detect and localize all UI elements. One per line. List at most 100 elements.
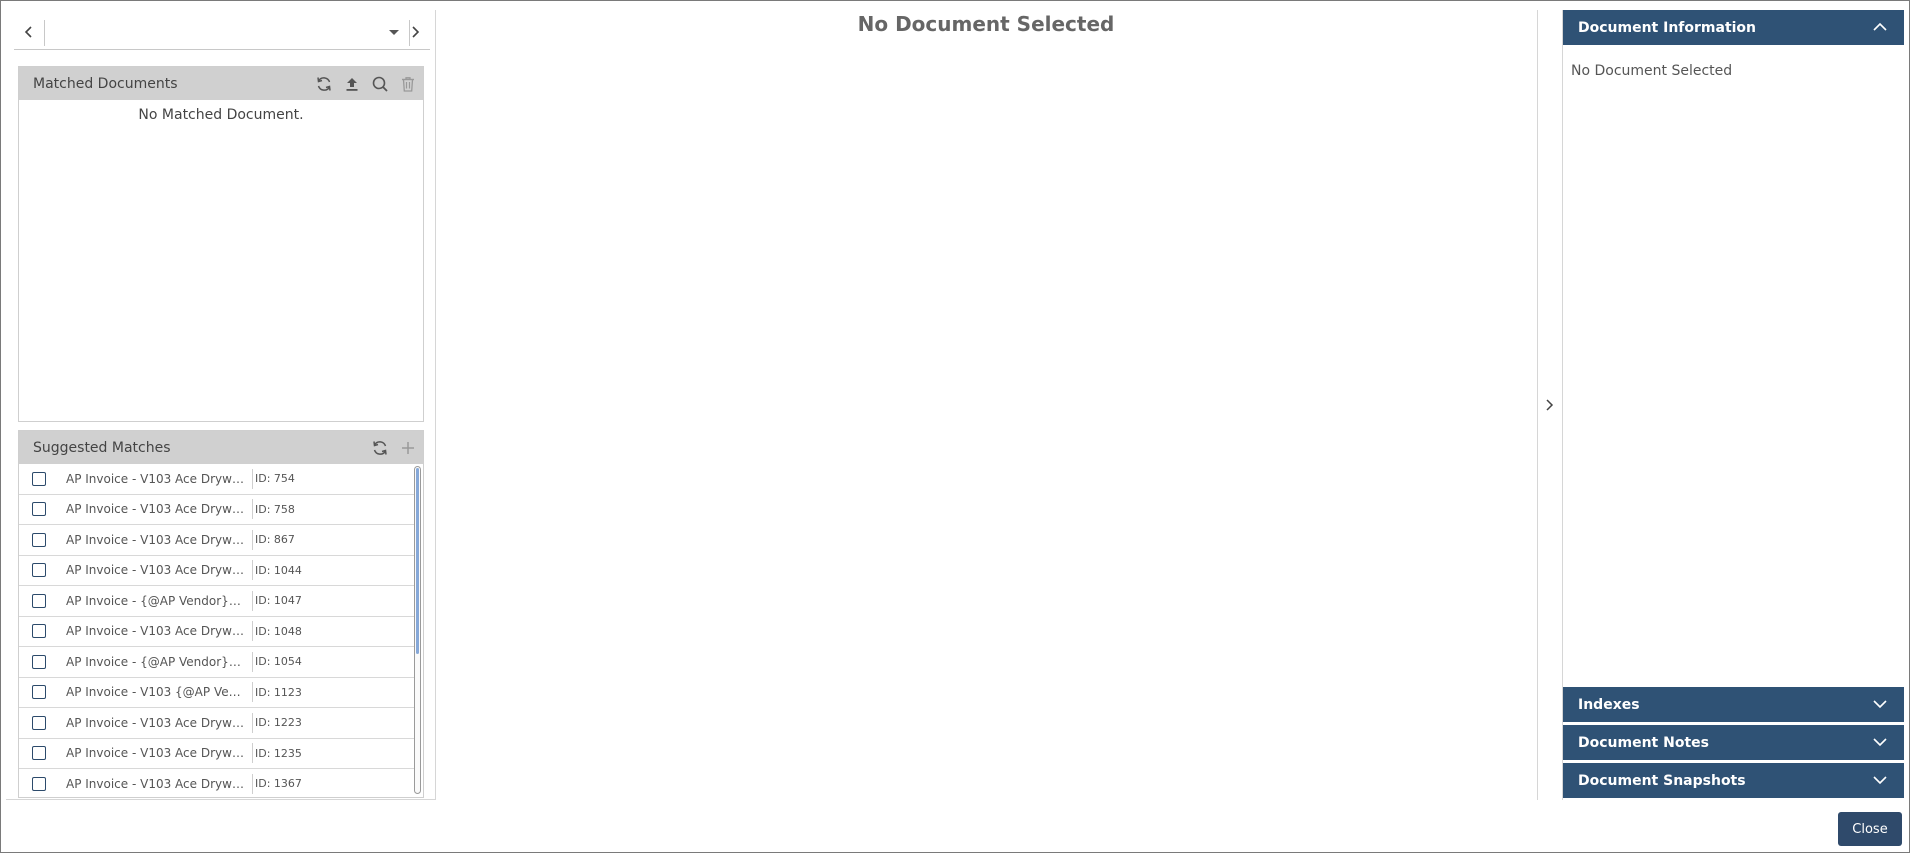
list-item[interactable]: AP Invoice - V103 Ace Drywall Supply ID:… — [19, 769, 415, 798]
list-item[interactable]: AP Invoice - V103 Ace Drywall Supply ID:… — [19, 556, 415, 586]
chevron-right-icon — [1546, 399, 1554, 411]
list-item-id: ID: 758 — [255, 502, 295, 516]
suggested-matches-title: Suggested Matches — [33, 439, 171, 456]
list-item[interactable]: AP Invoice - V103 Ace Drywall Supply ID:… — [19, 739, 415, 769]
add-match-button[interactable] — [397, 437, 419, 459]
list-item[interactable]: AP Invoice - V103 Ace Drywall Supply ID:… — [19, 708, 415, 739]
document-snapshots-title: Document Snapshots — [1578, 772, 1746, 789]
document-information-header[interactable]: Document Information — [1563, 10, 1904, 45]
chevron-up-icon — [1873, 22, 1887, 31]
select-checkbox[interactable] — [32, 563, 46, 578]
list-item-name: AP Invoice - V103 Ace Drywall Supply — [66, 471, 244, 486]
indexes-header[interactable]: Indexes — [1563, 687, 1904, 722]
column-divider — [252, 499, 253, 520]
search-icon — [372, 76, 388, 92]
left-panel: Matched Documents No Matched Document. S… — [6, 10, 436, 800]
refresh-suggested-button[interactable] — [369, 437, 391, 459]
refresh-icon — [373, 440, 387, 455]
select-checkbox[interactable] — [32, 776, 46, 791]
toggle-side-panel-button[interactable] — [1540, 393, 1560, 417]
suggested-matches-section: Suggested Matches AP Invoice - V103 Ace … — [18, 430, 424, 798]
prev-document-button[interactable] — [18, 20, 40, 44]
caret-down-icon — [389, 30, 399, 35]
list-item[interactable]: AP Invoice - V103 Ace Drywall Supply ID:… — [19, 525, 415, 556]
suggested-matches-list: AP Invoice - V103 Ace Drywall Supply ID:… — [19, 464, 423, 798]
list-item[interactable]: AP Invoice - V103 Ace Drywall Supply ID:… — [19, 495, 415, 525]
list-item-name: AP Invoice - V103 {@AP Vendor Name} — [66, 685, 244, 700]
column-divider — [252, 529, 253, 550]
list-item-name: AP Invoice - V103 Ace Drywall Supply — [66, 776, 244, 791]
column-divider — [252, 682, 253, 703]
list-item-name: AP Invoice - V103 Ace Drywall Supply — [66, 624, 244, 639]
scrollbar-thumb[interactable] — [416, 468, 419, 654]
matched-documents-title: Matched Documents — [33, 75, 178, 92]
select-checkbox[interactable] — [32, 746, 46, 761]
list-item-name: AP Invoice - V103 Ace Drywall Supply — [66, 746, 244, 761]
chevron-left-icon — [24, 26, 32, 38]
column-divider — [252, 590, 253, 611]
viewer-title: No Document Selected — [857, 12, 1115, 36]
suggested-matches-header: Suggested Matches — [19, 431, 423, 464]
list-item-id: ID: 1223 — [255, 716, 302, 730]
search-matched-button[interactable] — [369, 73, 391, 95]
viewer-divider — [1537, 10, 1538, 800]
list-item[interactable]: AP Invoice - V103 Ace Drywall Supply ID:… — [19, 464, 415, 495]
list-item-name: AP Invoice - V103 Ace Drywall Supply — [66, 502, 244, 517]
list-item-id: ID: 1367 — [255, 777, 302, 791]
trash-icon — [402, 76, 414, 92]
column-divider — [252, 468, 253, 489]
document-information-body: No Document Selected — [1571, 63, 1733, 79]
list-item-id: ID: 754 — [255, 472, 295, 486]
close-button[interactable]: Close — [1838, 812, 1902, 846]
select-checkbox[interactable] — [32, 532, 46, 547]
select-checkbox[interactable] — [32, 593, 46, 608]
refresh-icon — [317, 76, 331, 91]
column-divider — [252, 621, 253, 642]
document-notes-title: Document Notes — [1578, 734, 1709, 751]
plus-icon — [402, 441, 414, 454]
list-item-id: ID: 1235 — [255, 746, 302, 760]
select-checkbox[interactable] — [32, 654, 46, 669]
column-divider — [252, 773, 253, 794]
list-item[interactable]: AP Invoice - {@AP Vendor} {@AP Vendor Na… — [19, 586, 415, 617]
list-item[interactable]: AP Invoice - V103 Ace Drywall Supply ID:… — [19, 617, 415, 647]
delete-matched-button[interactable] — [397, 73, 419, 95]
list-scrollbar[interactable] — [414, 466, 421, 794]
select-checkbox[interactable] — [32, 685, 46, 700]
list-item[interactable]: AP Invoice - V103 {@AP Vendor Name} ID: … — [19, 678, 415, 708]
refresh-matched-button[interactable] — [313, 73, 335, 95]
column-divider — [252, 651, 253, 672]
list-item-name: AP Invoice - {@AP Vendor} {@AP Vendor Na… — [66, 654, 244, 669]
side-panel: Document Information No Document Selecte… — [1562, 10, 1904, 800]
matched-documents-header: Matched Documents — [19, 67, 423, 100]
select-checkbox[interactable] — [32, 471, 46, 486]
list-item-id: ID: 1048 — [255, 624, 302, 638]
next-document-button[interactable] — [404, 20, 426, 44]
list-item-id: ID: 1047 — [255, 594, 302, 608]
list-item-id: ID: 867 — [255, 533, 295, 547]
document-notes-header[interactable]: Document Notes — [1563, 725, 1904, 760]
document-information-title: Document Information — [1578, 19, 1757, 36]
column-divider — [252, 712, 253, 733]
list-item-name: AP Invoice - {@AP Vendor} {@AP Vendor Na… — [66, 593, 244, 608]
select-checkbox[interactable] — [32, 502, 46, 517]
list-item[interactable]: AP Invoice - {@AP Vendor} {@AP Vendor Na… — [19, 647, 415, 678]
document-snapshots-header[interactable]: Document Snapshots — [1563, 763, 1904, 798]
chevron-down-icon — [1873, 776, 1887, 785]
chevron-down-icon — [1873, 700, 1887, 709]
upload-icon — [346, 77, 358, 91]
list-item-name: AP Invoice - V103 Ace Drywall Supply — [66, 532, 244, 547]
column-divider — [252, 560, 253, 581]
column-divider — [252, 743, 253, 764]
chevron-right-icon — [412, 26, 420, 38]
list-item-id: ID: 1054 — [255, 655, 302, 669]
select-checkbox[interactable] — [32, 715, 46, 730]
select-checkbox[interactable] — [32, 624, 46, 639]
matched-documents-empty-text: No Matched Document. — [138, 107, 304, 123]
document-navigator — [14, 16, 430, 50]
chevron-down-icon — [1873, 738, 1887, 747]
upload-button[interactable] — [341, 73, 363, 95]
document-select[interactable] — [44, 20, 410, 46]
list-item-id: ID: 1123 — [255, 685, 302, 699]
list-item-name: AP Invoice - V103 Ace Drywall Supply — [66, 715, 244, 730]
